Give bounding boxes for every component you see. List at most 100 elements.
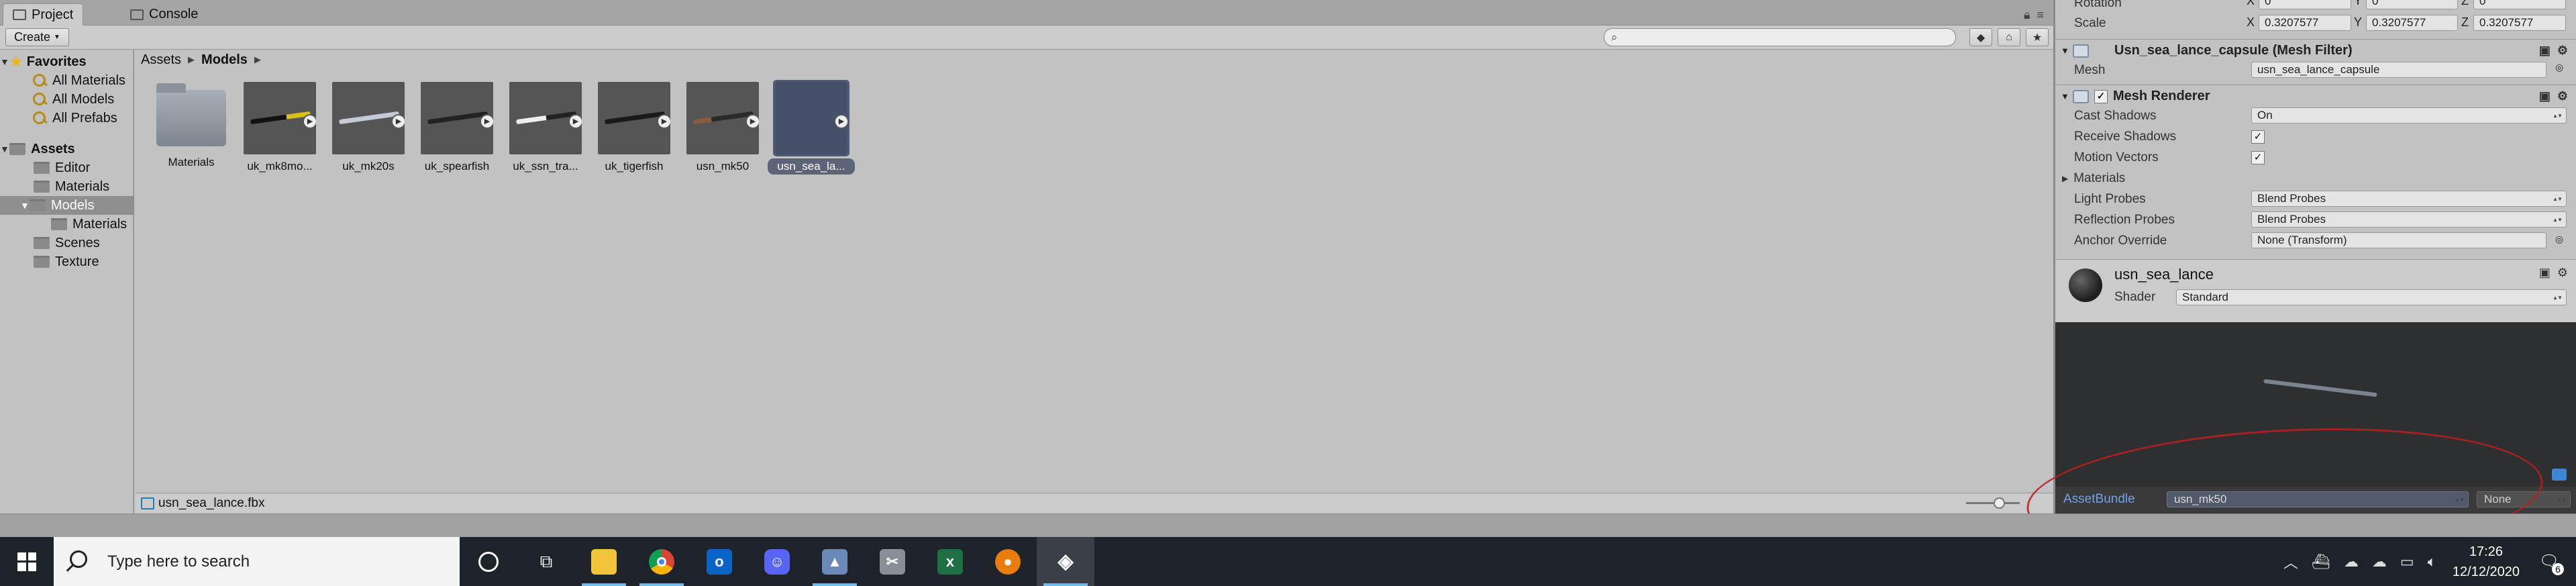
tree-item-editor[interactable]: Editor (0, 158, 134, 177)
light-probes-dropdown[interactable]: Blend Probes (2251, 191, 2567, 207)
shader-dropdown[interactable]: Standard (2176, 289, 2567, 305)
asset-item[interactable]: ▶ uk_ssn_tra... (502, 82, 589, 175)
expand-arrow-icon[interactable]: ▼ (0, 56, 9, 67)
cloud-sync-icon[interactable]: ☁ (2372, 553, 2387, 571)
tree-favorites[interactable]: ▼ ★ Favorites (0, 52, 134, 71)
model-file-icon (141, 497, 154, 509)
assetbundle-name-dropdown[interactable]: usn_mk50 (2167, 491, 2469, 507)
play-icon[interactable]: ▶ (834, 114, 847, 129)
motion-vectors-checkbox[interactable]: ✓ (2251, 151, 2265, 164)
model-thumbnail: ▶ (509, 82, 582, 154)
play-icon[interactable]: ▶ (480, 114, 493, 129)
asset-item[interactable]: ▶ uk_mk20s (325, 82, 412, 175)
asset-item[interactable]: ▶ uk_spearfish (413, 82, 501, 175)
expand-arrow-icon[interactable]: ▼ (0, 144, 9, 154)
taskbar-app-discord[interactable]: ☺ (748, 537, 806, 586)
scale-x-field[interactable]: 0.3207577 (2259, 15, 2351, 31)
tab-console[interactable]: Console (121, 3, 207, 26)
start-button[interactable] (0, 537, 54, 586)
tree-assets[interactable]: ▼ Assets (0, 140, 134, 158)
mesh-renderer-enabled-checkbox[interactable]: ✓ (2094, 89, 2108, 103)
project-search-input[interactable]: ⌕ (1604, 28, 1956, 46)
expand-arrow-icon[interactable]: ▼ (20, 200, 30, 211)
tree-item-label: All Prefabs (52, 110, 117, 126)
task-view-button[interactable]: ⧉ (517, 537, 575, 586)
taskbar-app-snipping-tool[interactable]: ✂ (864, 537, 921, 586)
tree-item-models-materials[interactable]: Materials (0, 215, 134, 234)
play-icon[interactable]: ▶ (745, 114, 759, 129)
thumbnail-size-slider[interactable] (1966, 502, 2020, 504)
cortana-button[interactable] (460, 537, 517, 586)
volume-icon[interactable]: 🔈︎ (2428, 553, 2436, 571)
tree-item-all-models[interactable]: All Models (0, 90, 134, 109)
taskbar-app-blender[interactable]: ● (979, 537, 1037, 586)
collapsed-arrow-icon[interactable]: ▶ (2062, 174, 2068, 183)
show-hidden-icons-chevron-icon[interactable]: ︿ (2283, 551, 2298, 573)
menu-icon[interactable]: ≡ (2037, 8, 2044, 22)
filter-by-label-icon[interactable]: ⌂ (1998, 28, 2020, 46)
tree-item-texture[interactable]: Texture (0, 252, 134, 271)
materials-foldout[interactable]: ▶ Materials (2062, 170, 2125, 187)
asset-item[interactable]: ▶ usn_mk50 (679, 82, 766, 175)
cast-shadows-dropdown[interactable]: On (2251, 107, 2567, 124)
mesh-field[interactable]: usn_sea_lance_capsule (2251, 62, 2546, 78)
taskbar-app-file-explorer[interactable] (575, 537, 633, 586)
settings-gear-icon[interactable]: ⚙ (2557, 44, 2568, 58)
lock-icon[interactable]: 🔒︎ (2024, 8, 2030, 22)
tree-item-materials[interactable]: Materials (0, 177, 134, 196)
collapse-arrow-icon[interactable]: ▼ (2061, 91, 2070, 101)
taskbar-app-chrome[interactable] (633, 537, 690, 586)
play-icon[interactable]: ▶ (391, 114, 405, 129)
asset-preview[interactable]: AssetBundle usn_mk50 None (2055, 322, 2576, 514)
play-icon[interactable]: ▶ (303, 114, 316, 129)
scale-z-field[interactable]: 0.3207577 (2473, 15, 2566, 31)
ship-app-tray-icon[interactable]: ⛴ (2312, 553, 2330, 571)
tree-item-models[interactable]: ▼ Models (0, 196, 134, 215)
asset-item-materials-folder[interactable]: Materials (148, 82, 235, 170)
favorite-star-icon[interactable]: ★ (2026, 28, 2049, 46)
help-book-icon[interactable]: ▣ (2539, 266, 2551, 280)
rotation-x-field[interactable]: 0 (2259, 0, 2351, 9)
taskbar-app-unity[interactable]: ◈ (1037, 537, 1094, 586)
network-icon[interactable]: ▭ (2400, 553, 2414, 571)
breadcrumb-assets[interactable]: Assets (141, 52, 181, 68)
mesh-renderer-header[interactable]: ▼ ✓ Mesh Renderer ▣ ⚙ (2055, 85, 2576, 107)
play-icon[interactable]: ▶ (568, 114, 582, 129)
taskbar-app-photos[interactable]: ▲ (806, 537, 864, 586)
object-picker-icon[interactable]: ◎ (2555, 234, 2563, 245)
tree-item-scenes[interactable]: Scenes (0, 234, 134, 252)
action-center-button[interactable]: 🗨︎ 6 (2536, 548, 2564, 575)
rotation-z-field[interactable]: 0 (2473, 0, 2566, 9)
mesh-filter-header[interactable]: ▼ Usn_sea_lance_capsule (Mesh Filter) ▣ ⚙ (2055, 39, 2576, 62)
onedrive-cloud-icon[interactable]: ☁ (2344, 553, 2359, 571)
help-book-icon[interactable]: ▣ (2539, 89, 2551, 103)
anchor-override-field[interactable]: None (Transform) (2251, 232, 2546, 248)
asset-item[interactable]: ▶ uk_tigerfish (590, 82, 678, 175)
taskbar-clock[interactable]: 17:26 12/12/2020 (2453, 542, 2520, 582)
breadcrumb-models[interactable]: Models (201, 52, 248, 68)
play-icon[interactable]: ▶ (657, 114, 670, 129)
assetbundle-variant-dropdown[interactable]: None (2477, 491, 2571, 507)
settings-gear-icon[interactable]: ⚙ (2557, 266, 2568, 280)
rotation-y-field[interactable]: 0 (2366, 0, 2458, 9)
asset-item-selected[interactable]: ▶ usn_sea_la... (768, 80, 855, 175)
taskbar-app-excel[interactable]: x (921, 537, 979, 586)
tree-item-all-prefabs[interactable]: All Prefabs (0, 109, 134, 128)
settings-gear-icon[interactable]: ⚙ (2557, 89, 2568, 103)
tree-item-all-materials[interactable]: All Materials (0, 71, 134, 90)
object-picker-icon[interactable]: ◎ (2555, 62, 2563, 73)
create-button[interactable]: Create ▼ (5, 28, 69, 46)
taskbar-app-outlook[interactable]: o (690, 537, 748, 586)
filter-by-type-icon[interactable]: ◆ (1969, 28, 1992, 46)
asset-item[interactable]: ▶ uk_mk8mo... (236, 82, 323, 175)
help-book-icon[interactable]: ▣ (2539, 44, 2551, 58)
scale-y-field[interactable]: 0.3207577 (2366, 15, 2458, 31)
tree-assets-label: Assets (31, 141, 75, 156)
receive-shadows-checkbox[interactable]: ✓ (2251, 130, 2265, 144)
slider-handle[interactable] (1994, 497, 2005, 509)
taskbar-search-input[interactable]: Type here to search (54, 537, 460, 586)
reflection-probes-dropdown[interactable]: Blend Probes (2251, 211, 2567, 228)
tab-project[interactable]: Project (3, 3, 84, 26)
collapse-arrow-icon[interactable]: ▼ (2061, 46, 2070, 56)
tag-icon[interactable] (2552, 469, 2567, 481)
